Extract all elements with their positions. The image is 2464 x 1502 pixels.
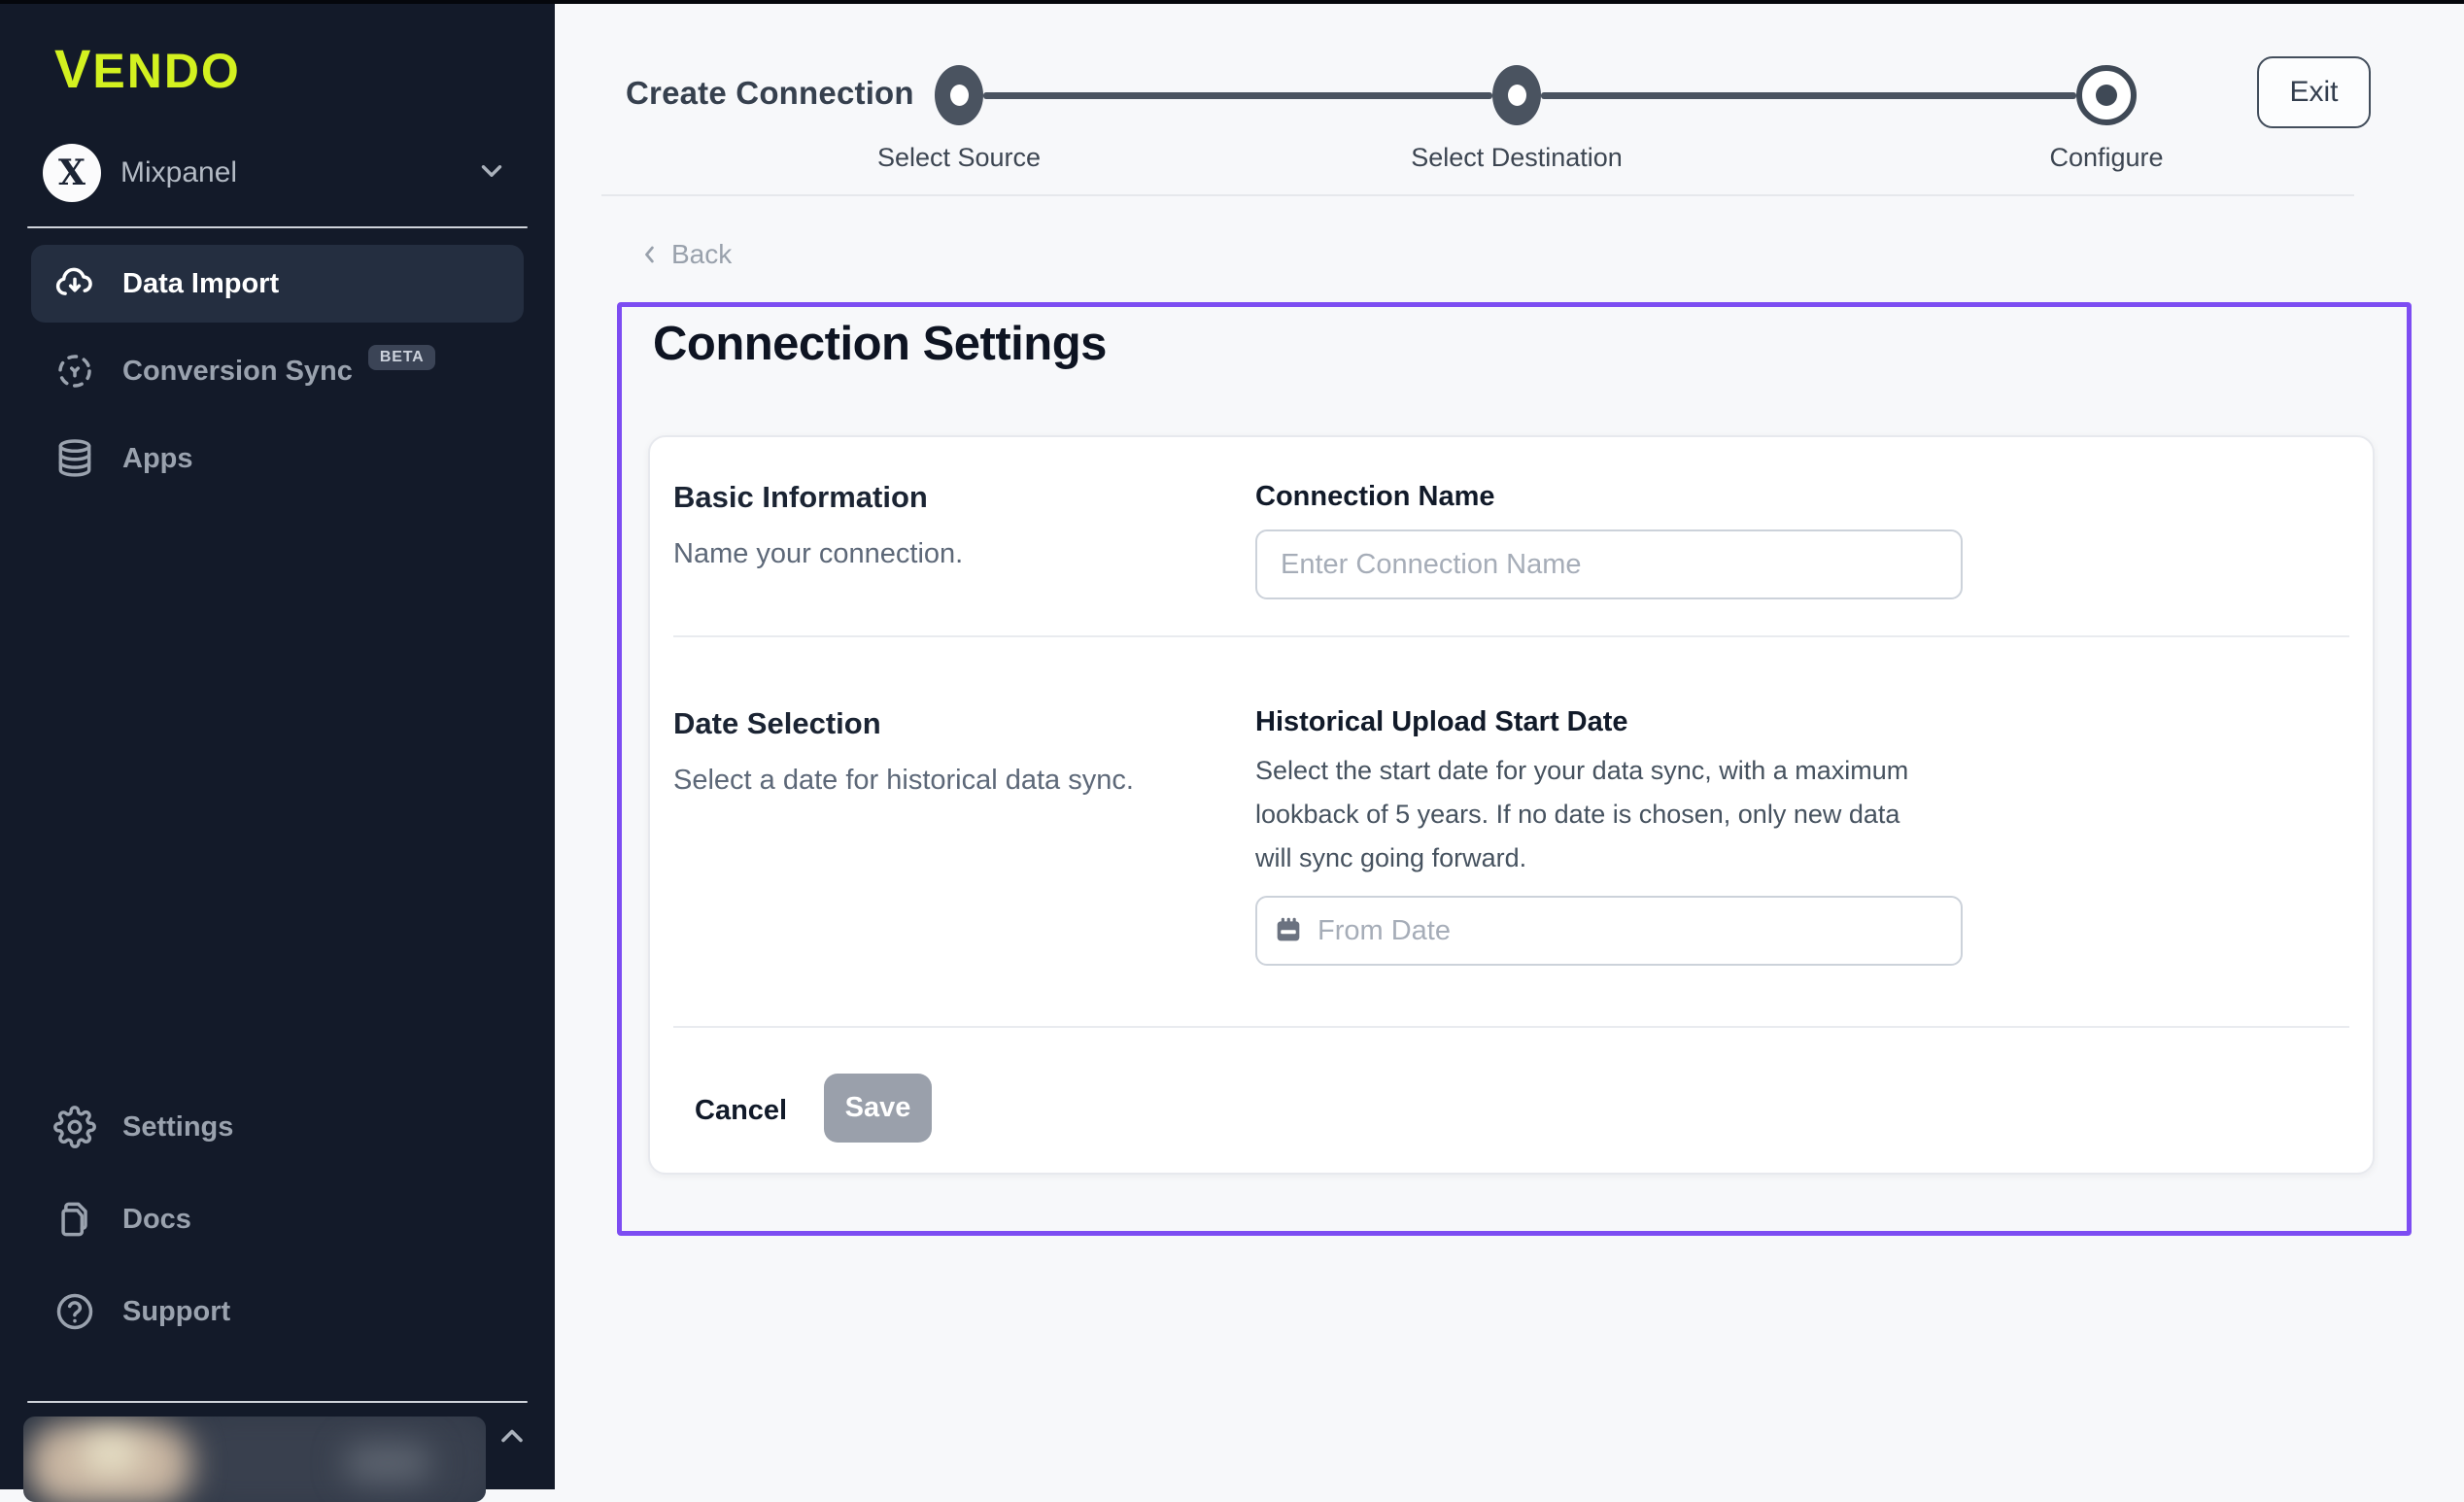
basic-information-title: Basic Information [673, 480, 928, 515]
workspace-name: Mixpanel [120, 156, 475, 189]
connection-name-label: Connection Name [1255, 481, 1495, 513]
sidebar-item-settings[interactable]: Settings [31, 1088, 524, 1166]
step-label-select-source: Select Source [784, 143, 1134, 173]
connection-name-input[interactable] [1255, 529, 1963, 599]
chevron-left-icon [636, 241, 664, 268]
sidebar-item-label: Docs [122, 1204, 191, 1236]
step-label-select-destination: Select Destination [1342, 143, 1692, 173]
sidebar-item-label: Support [122, 1296, 230, 1328]
sidebar-item-label: Apps [122, 443, 193, 475]
sidebar-item-label: Data Import [122, 268, 279, 300]
gear-icon [52, 1105, 97, 1149]
section-divider [673, 1026, 2349, 1028]
blurred-text [344, 1444, 431, 1483]
date-selection-description: Select a date for historical data sync. [673, 765, 1134, 797]
sidebar-item-label: Settings [122, 1111, 233, 1144]
save-button[interactable]: Save [824, 1074, 932, 1143]
beta-badge: BETA [368, 345, 436, 370]
sidebar-item-apps[interactable]: Apps [31, 420, 524, 497]
docs-icon [52, 1197, 97, 1242]
date-help-text: Select the start date for your data sync… [1255, 749, 1926, 880]
step-select-source-dot[interactable] [935, 65, 983, 125]
sidebar-nav: Data Import Conversion Sync BETA [31, 245, 524, 507]
step-select-destination-dot[interactable] [1492, 65, 1541, 125]
sidebar-item-conversion-sync[interactable]: Conversion Sync BETA [31, 332, 524, 410]
main-content: Create Connection Select Source Select D… [555, 0, 2464, 1489]
sidebar-divider [27, 226, 528, 228]
database-icon [52, 436, 97, 481]
back-label: Back [671, 239, 732, 270]
back-link[interactable]: Back [636, 239, 732, 270]
stepper-connector [1541, 92, 2076, 99]
mixpanel-logo-icon: X [43, 144, 101, 202]
sidebar-bottom-nav: Settings Docs Support [31, 1088, 524, 1365]
chevron-up-icon[interactable] [491, 1415, 533, 1457]
workspace-switcher[interactable]: X Mixpanel [43, 142, 516, 204]
vendo-logo: VENDO [54, 41, 241, 99]
step-label-configure: Configure [1932, 143, 2281, 173]
step-dot-inner [2096, 85, 2117, 106]
cancel-button[interactable]: Cancel [689, 1094, 793, 1128]
sidebar-item-support[interactable]: Support [31, 1273, 524, 1350]
conversion-sync-icon [52, 349, 97, 393]
header-divider [601, 194, 2354, 196]
historical-upload-start-date-label: Historical Upload Start Date [1255, 706, 1628, 738]
step-dot-inner [1508, 85, 1526, 106]
panel-title: Connection Settings [653, 317, 1107, 371]
window-top-edge [0, 0, 2464, 4]
sidebar: VENDO X Mixpanel Data Import [0, 0, 555, 1489]
from-date-field [1255, 896, 1963, 966]
wizard-header: Create Connection Select Source Select D… [555, 0, 2464, 196]
exit-button[interactable]: Exit [2257, 56, 2371, 128]
section-divider [673, 635, 2349, 637]
from-date-input[interactable] [1255, 896, 1963, 966]
sidebar-item-label: Conversion Sync [122, 356, 353, 388]
basic-information-description: Name your connection. [673, 538, 963, 570]
step-dot-inner [950, 85, 969, 106]
step-configure-dot[interactable] [2076, 65, 2137, 125]
stepper-connector [983, 92, 1492, 99]
chevron-down-icon [475, 154, 508, 192]
connection-settings-panel: Connection Settings Basic Information Na… [617, 302, 2412, 1236]
page-title: Create Connection [626, 75, 914, 112]
sidebar-divider [27, 1401, 528, 1403]
sidebar-item-docs[interactable]: Docs [31, 1180, 524, 1258]
settings-card: Basic Information Name your connection. … [648, 435, 2375, 1175]
blurred-highlight [82, 1434, 140, 1473]
calendar-icon [1273, 914, 1304, 950]
help-icon [52, 1289, 97, 1334]
sidebar-item-data-import[interactable]: Data Import [31, 245, 524, 323]
date-selection-title: Date Selection [673, 706, 881, 741]
cloud-download-icon [52, 261, 97, 306]
